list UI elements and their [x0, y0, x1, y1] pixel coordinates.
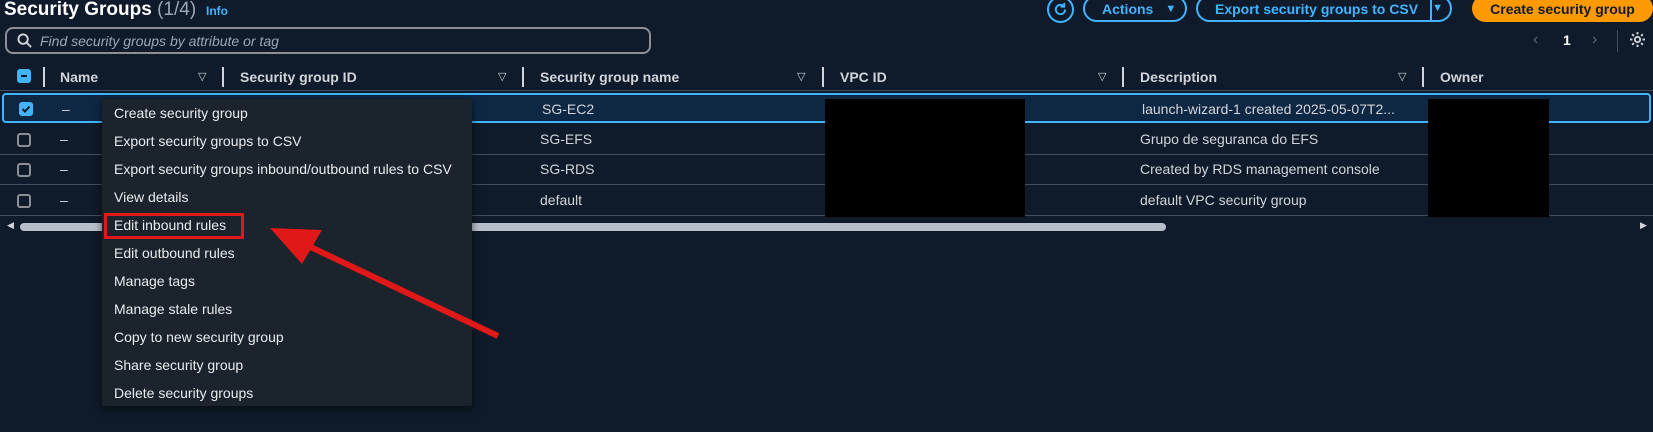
- annotation-arrow-icon: [270, 228, 500, 339]
